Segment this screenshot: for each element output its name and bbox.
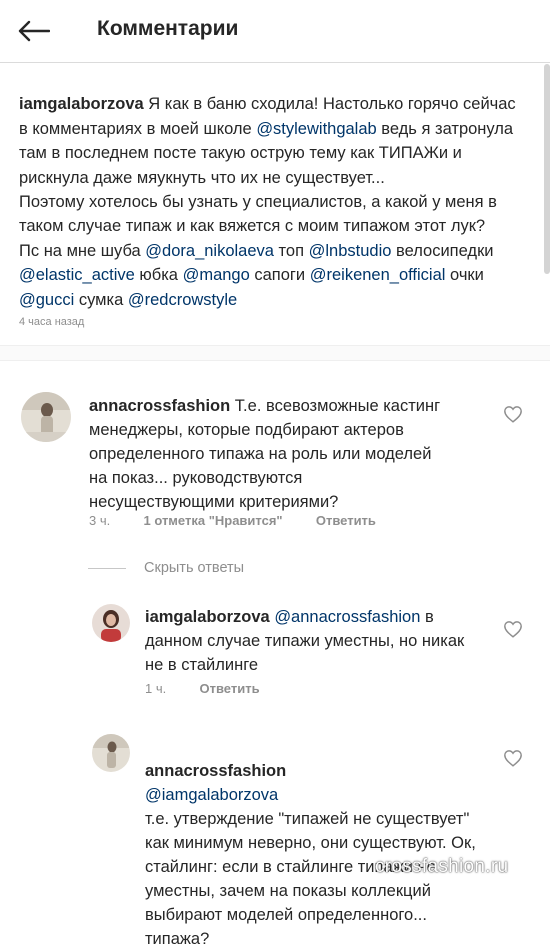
- caption-text: юбка: [134, 266, 183, 285]
- caption-username[interactable]: iamgalaborzova: [19, 95, 144, 113]
- avatar[interactable]: [92, 604, 130, 642]
- comment-text: annacrossfashion Т.е. всевозможные касти…: [89, 394, 449, 514]
- header-bar: Комментарии: [0, 0, 550, 63]
- watermark: crossfashion.ru: [375, 856, 509, 877]
- reply-button[interactable]: Ответить: [199, 681, 259, 696]
- comment-username[interactable]: annacrossfashion: [89, 397, 230, 415]
- reply-button[interactable]: Ответить: [316, 513, 376, 528]
- caption-mention[interactable]: @elastic_active: [19, 266, 135, 284]
- reply-mention[interactable]: @annacrossfashion: [274, 608, 420, 626]
- avatar[interactable]: [92, 734, 130, 772]
- caption-mention[interactable]: @lnbstudio: [309, 242, 392, 260]
- caption-timestamp: 4 часа назад: [19, 316, 85, 328]
- caption-text: Поэтому хотелось бы узнать у специалисто…: [19, 193, 497, 236]
- arrow-left-icon: [18, 20, 50, 42]
- reply-mention[interactable]: @iamgalaborzova: [145, 786, 278, 804]
- like-heart-icon[interactable]: [503, 405, 523, 425]
- caption-text: очки: [445, 266, 484, 285]
- reply-username[interactable]: annacrossfashion: [145, 762, 286, 780]
- reply-meta: 1 ч. Ответить: [145, 681, 260, 696]
- avatar[interactable]: [21, 392, 71, 442]
- caption-text: Пс на мне шуба: [19, 241, 141, 260]
- like-heart-icon[interactable]: [503, 620, 523, 640]
- section-divider: [0, 345, 550, 361]
- reply-text: annacrossfashion @iamgalaborzova т.е. ут…: [145, 735, 480, 951]
- caption-mention[interactable]: @stylewithgalab: [256, 120, 376, 138]
- comment-time: 3 ч.: [89, 513, 111, 528]
- hide-replies-button[interactable]: Скрыть ответы: [88, 556, 244, 580]
- caption-text: велосипедки: [391, 241, 494, 260]
- caption-text: сумка: [74, 290, 128, 309]
- page-title: Комментарии: [97, 17, 239, 40]
- post-caption: iamgalaborzova Я как в баню сходила! Нас…: [19, 68, 529, 312]
- likes-count[interactable]: 1 отметка "Нравится": [143, 513, 282, 528]
- comment-meta: 3 ч. 1 отметка "Нравится" Ответить: [89, 513, 376, 528]
- back-button[interactable]: [14, 13, 54, 49]
- caption-mention[interactable]: @redcrowstyle: [128, 291, 237, 309]
- reply-time: 1 ч.: [145, 681, 167, 696]
- reply-username[interactable]: iamgalaborzova: [145, 608, 270, 626]
- like-heart-icon[interactable]: [503, 749, 523, 769]
- caption-mention[interactable]: @reikenen_official: [310, 266, 446, 284]
- caption-mention[interactable]: @mango: [183, 266, 250, 284]
- scrollbar[interactable]: [544, 64, 550, 274]
- caption-text: сапоги: [249, 266, 310, 285]
- caption-mention[interactable]: @gucci: [19, 291, 74, 309]
- caption-mention[interactable]: @dora_nikolaeva: [145, 242, 274, 260]
- hide-replies-label: Скрыть ответы: [144, 560, 245, 576]
- hide-replies-line: [88, 567, 126, 569]
- caption-text: топ: [273, 241, 309, 260]
- reply-text: iamgalaborzova @annacrossfashion в данно…: [145, 605, 480, 677]
- reply-body: т.е. утверждение "типажей не существует"…: [145, 810, 476, 948]
